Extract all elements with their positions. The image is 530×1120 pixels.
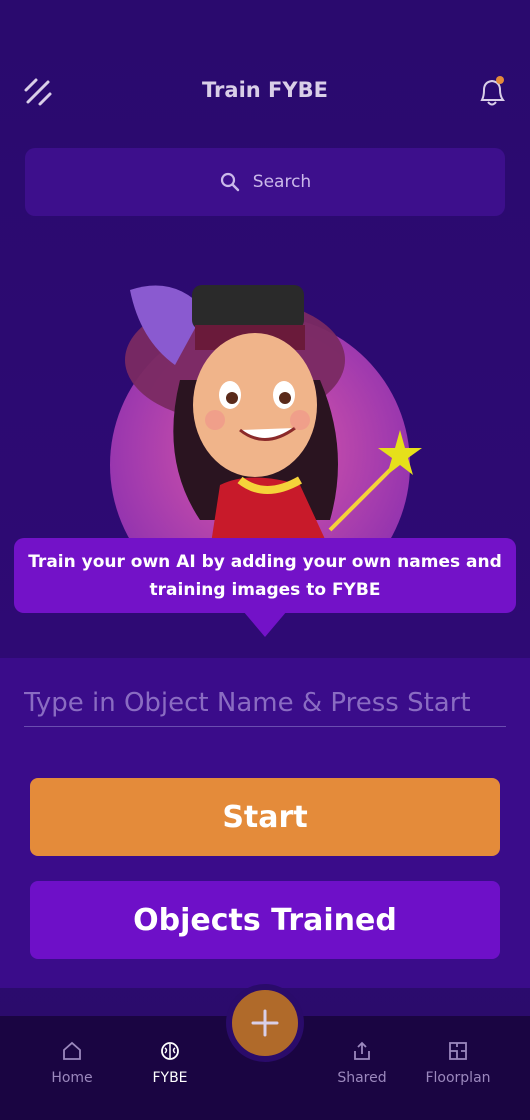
info-tooltip: Train your own AI by adding your own nam…	[14, 538, 516, 613]
tooltip-tail	[243, 611, 287, 637]
brain-icon	[161, 1042, 179, 1060]
search-bar[interactable]: Search	[25, 148, 505, 216]
app-header: Train FYBE	[0, 0, 530, 140]
search-placeholder: Search	[252, 172, 312, 192]
bell-icon	[480, 76, 505, 106]
nav-item-shared[interactable]: Shared	[312, 1040, 412, 1100]
objects-trained-button[interactable]: Objects Trained	[30, 881, 500, 959]
nav-item-fybe[interactable]: FYBE	[120, 1040, 220, 1100]
page-title: Train FYBE	[202, 78, 328, 102]
floorplan-icon	[449, 1042, 467, 1060]
nav-item-floorplan[interactable]: Floorplan	[408, 1040, 508, 1100]
nav-label-shared: Shared	[337, 1070, 387, 1086]
object-name-input[interactable]	[24, 680, 506, 727]
nav-item-home[interactable]: Home	[22, 1040, 122, 1100]
home-icon	[63, 1041, 81, 1060]
nav-label-floorplan: Floorplan	[425, 1070, 491, 1086]
notifications-button[interactable]	[476, 74, 508, 110]
nav-label-home: Home	[51, 1070, 93, 1086]
start-button[interactable]: Start	[30, 778, 500, 856]
wizard-mascot-illustration	[110, 285, 422, 570]
plus-icon	[251, 1009, 279, 1037]
share-icon	[354, 1041, 370, 1060]
add-button[interactable]	[226, 984, 304, 1062]
search-icon	[220, 172, 239, 192]
info-tooltip-text: Train your own AI by adding your own nam…	[28, 551, 502, 600]
nav-label-fybe: FYBE	[152, 1070, 188, 1086]
